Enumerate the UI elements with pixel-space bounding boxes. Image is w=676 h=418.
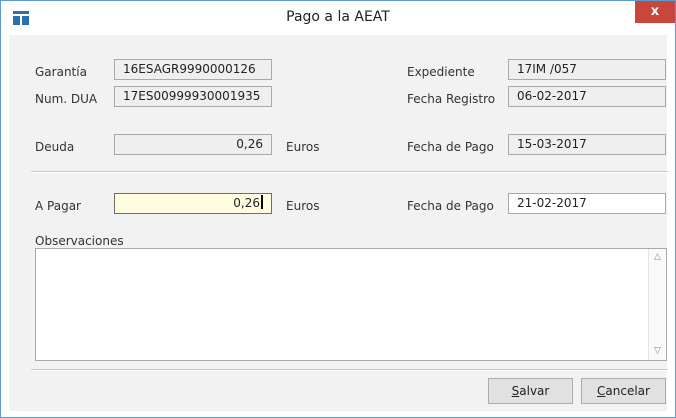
num-dua-label: Num. DUA bbox=[35, 92, 98, 106]
expediente-label: Expediente bbox=[407, 65, 475, 79]
form-separator-bottom bbox=[31, 369, 668, 371]
dialog-window: Pago a la AEAT x Garantía 16ESAGR9990000… bbox=[0, 0, 676, 418]
cancelar-label: ancelar bbox=[605, 384, 650, 398]
expediente-field[interactable]: 17IM /057 bbox=[508, 59, 666, 80]
close-button[interactable]: x bbox=[635, 1, 675, 23]
garantia-field[interactable]: 16ESAGR9990000126 bbox=[114, 59, 272, 80]
form-separator-top bbox=[31, 171, 668, 173]
observaciones-textarea[interactable]: △ ▽ bbox=[35, 248, 667, 361]
fecha-pago-deuda-field[interactable]: 15-03-2017 bbox=[508, 134, 666, 155]
fecha-pago-label: Fecha de Pago bbox=[407, 199, 494, 213]
salvar-button[interactable]: Salvar bbox=[488, 378, 573, 404]
window-title: Pago a la AEAT bbox=[286, 9, 390, 25]
a-pagar-value: 0,26 bbox=[233, 196, 260, 210]
num-dua-field[interactable]: 17ES00999930001935 bbox=[114, 86, 272, 107]
fecha-pago-input[interactable]: 21-02-2017 bbox=[508, 193, 666, 214]
fecha-pago-deuda-label: Fecha de Pago bbox=[407, 140, 494, 154]
a-pagar-unit-label: Euros bbox=[286, 199, 320, 213]
scroll-down-icon[interactable]: ▽ bbox=[649, 343, 666, 360]
observaciones-label: Observaciones bbox=[35, 234, 124, 248]
title-bar[interactable]: Pago a la AEAT x bbox=[1, 1, 675, 35]
deuda-unit-label: Euros bbox=[286, 140, 320, 154]
fecha-registro-field[interactable]: 06-02-2017 bbox=[508, 86, 666, 107]
cancelar-button[interactable]: Cancelar bbox=[581, 378, 666, 404]
fecha-registro-label: Fecha Registro bbox=[407, 92, 496, 106]
a-pagar-label: A Pagar bbox=[35, 199, 81, 213]
deuda-field[interactable]: 0,26 bbox=[114, 134, 272, 155]
a-pagar-input[interactable]: 0,26 bbox=[114, 193, 272, 214]
garantia-label: Garantía bbox=[35, 65, 87, 79]
scroll-up-icon[interactable]: △ bbox=[649, 249, 666, 266]
text-caret bbox=[261, 195, 263, 209]
deuda-label: Deuda bbox=[35, 140, 75, 154]
salvar-label: alvar bbox=[519, 384, 550, 398]
vertical-scrollbar[interactable]: △ ▽ bbox=[648, 249, 666, 360]
